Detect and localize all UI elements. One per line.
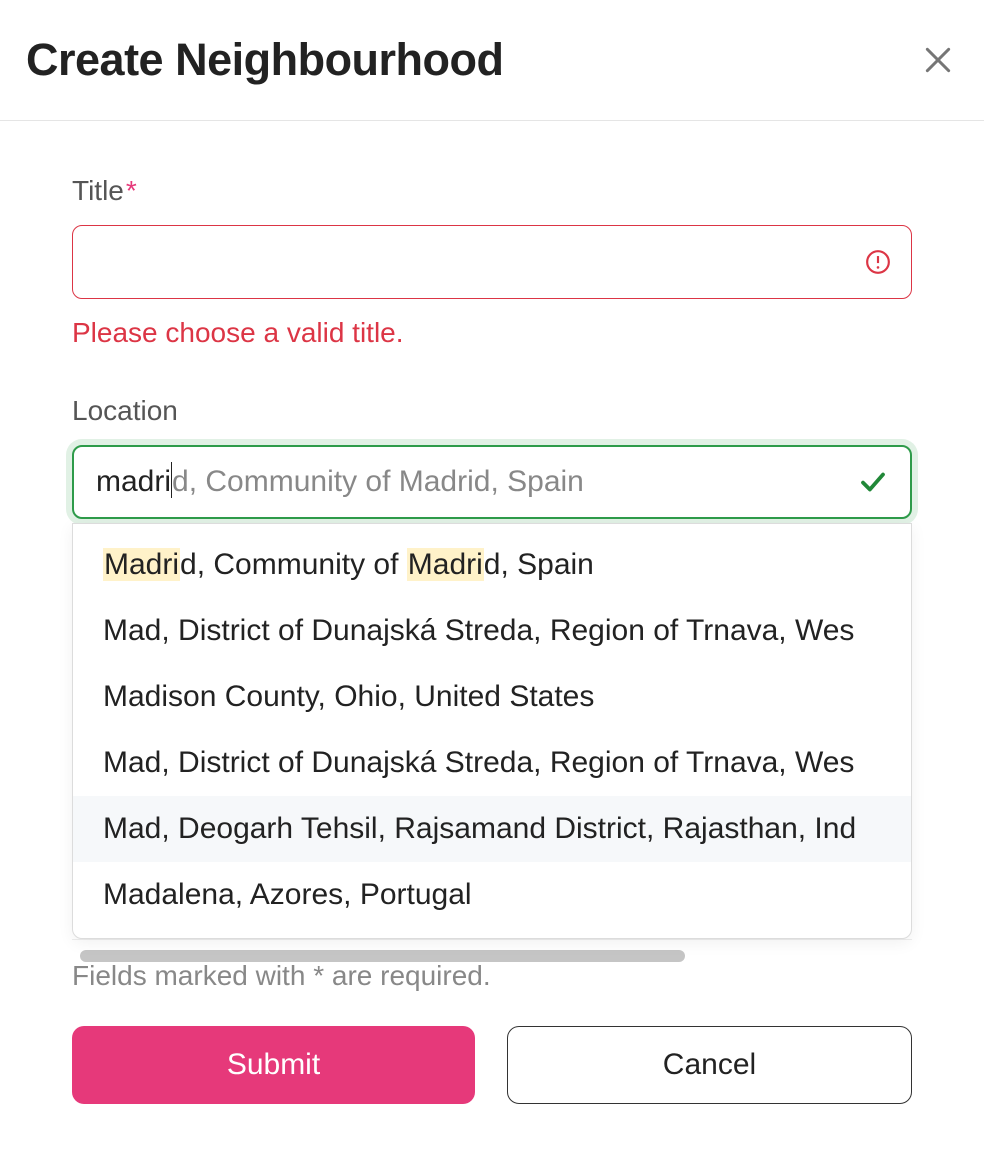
autocomplete-option[interactable]: Mad, Deogarh Tehsil, Rajsamand District,… (73, 796, 911, 862)
close-icon (922, 44, 954, 76)
modal-title: Create Neighbourhood (26, 34, 504, 86)
autocomplete-option[interactable]: Madison County, Ohio, United States (73, 664, 911, 730)
location-typed-text: madri (96, 465, 171, 499)
location-field: Location madrid, Community of Madrid, Sp… (72, 395, 912, 519)
checkmark-icon (858, 467, 888, 497)
location-input-text: madrid, Community of Madrid, Spain (96, 447, 858, 517)
hint-prefix: Fields marked with (72, 960, 313, 991)
alert-icon (865, 249, 891, 275)
required-star: * (126, 175, 137, 206)
autocomplete-option[interactable]: Mad, District of Dunajská Streda, Region… (73, 730, 911, 796)
title-input[interactable] (93, 226, 865, 298)
hint-suffix: are required. (324, 960, 491, 991)
title-error-message: Please choose a valid title. (72, 317, 912, 349)
required-fields-hint: Fields marked with * are required. (72, 960, 491, 992)
location-input[interactable]: madrid, Community of Madrid, Spain (72, 445, 912, 519)
highlight-match: Madri (407, 548, 484, 581)
cancel-button[interactable]: Cancel (507, 1026, 912, 1104)
location-autocomplete-dropdown: Madrid, Community of Madrid, SpainMad, D… (72, 523, 912, 939)
title-label-text: Title (72, 175, 124, 206)
modal-body: Title* Please choose a valid title. Loca… (0, 121, 984, 519)
modal-header: Create Neighbourhood (0, 0, 984, 121)
autocomplete-option[interactable]: Madalena, Azores, Portugal (73, 862, 911, 928)
title-input-wrap (72, 225, 912, 299)
close-button[interactable] (918, 40, 958, 80)
location-label: Location (72, 395, 912, 427)
title-label: Title* (72, 175, 912, 207)
submit-button[interactable]: Submit (72, 1026, 475, 1104)
hint-mark: * (313, 960, 324, 991)
modal-footer: Submit Cancel (72, 1026, 912, 1104)
autocomplete-option[interactable]: Mad, District of Dunajská Streda, Region… (73, 598, 911, 664)
autocomplete-option[interactable]: Madrid, Community of Madrid, Spain (73, 524, 911, 598)
highlight-match: Madri (103, 548, 180, 581)
location-autocomplete-hint: d, Community of Madrid, Spain (172, 465, 584, 499)
title-field: Title* Please choose a valid title. (72, 175, 912, 349)
